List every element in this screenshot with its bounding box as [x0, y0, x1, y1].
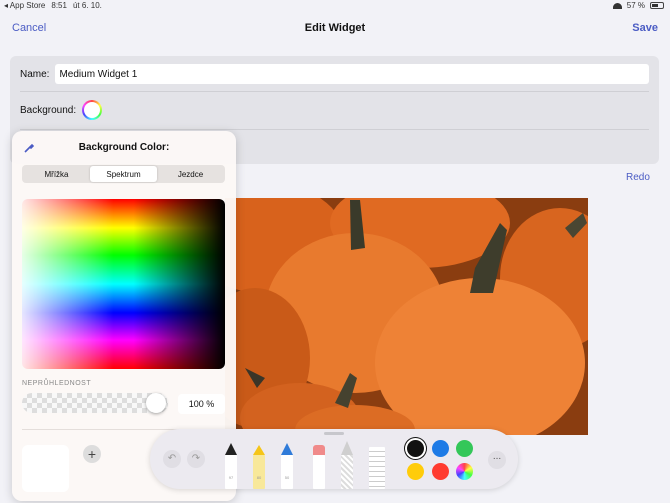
pencil-tool-label: 50: [281, 455, 293, 489]
more-options-button[interactable]: ...: [488, 451, 506, 469]
color-green[interactable]: [456, 440, 473, 457]
opacity-value[interactable]: 100 %: [178, 394, 225, 414]
divider: [20, 91, 649, 92]
markup-toolbar: ↶ ↷ 97 80 50 ...: [150, 429, 518, 489]
color-yellow[interactable]: [407, 463, 424, 480]
redo-tool-button[interactable]: ↷: [187, 450, 205, 468]
eraser-tool[interactable]: [313, 445, 325, 489]
add-color-button[interactable]: +: [83, 445, 101, 463]
pen-tool[interactable]: 97: [225, 443, 237, 489]
save-button[interactable]: Save: [632, 22, 658, 34]
opacity-slider-knob[interactable]: [146, 393, 166, 413]
page-title: Edit Widget: [304, 22, 366, 34]
redo-button[interactable]: Redo: [626, 172, 650, 183]
name-label: Name:: [20, 68, 50, 80]
background-color-button[interactable]: [82, 100, 103, 120]
toolbar-handle[interactable]: [324, 432, 344, 435]
back-to-app-store[interactable]: ◂ App Store: [4, 1, 45, 10]
color-red[interactable]: [432, 463, 449, 480]
nav-bar: Cancel Edit Widget Save: [0, 12, 670, 44]
status-bar: ◂ App Store 8:51 út 6. 10. 57 %: [0, 0, 670, 12]
color-spectrum[interactable]: [22, 199, 225, 369]
highlighter-tool[interactable]: 80: [253, 445, 265, 489]
lasso-tool[interactable]: [341, 441, 353, 489]
status-date: út 6. 10.: [72, 1, 102, 10]
color-black[interactable]: [407, 440, 424, 457]
name-field[interactable]: [55, 64, 649, 84]
undo-button[interactable]: ↶: [163, 450, 181, 468]
battery-icon: [650, 2, 664, 9]
pencil-tool[interactable]: 50: [281, 443, 293, 489]
highlighter-tool-label: 80: [253, 455, 265, 489]
picker-mode-tabs: Mřížka Spektrum Jezdce: [22, 165, 225, 183]
background-label: Background:: [20, 104, 77, 116]
color-blue[interactable]: [432, 440, 449, 457]
battery-percent: 57 %: [626, 1, 645, 10]
status-time: 8:51: [51, 1, 67, 10]
opacity-label: NEPRŮHLEDNOST: [22, 380, 92, 387]
pen-tool-label: 97: [225, 455, 237, 489]
wifi-icon: [612, 2, 622, 9]
current-color-swatch[interactable]: [22, 445, 69, 492]
background-row: Background:: [20, 100, 103, 120]
ruler-tool[interactable]: [369, 447, 385, 489]
color-wheel-button[interactable]: [456, 463, 473, 480]
tab-spectrum[interactable]: Spektrum: [90, 166, 157, 182]
divider: [20, 129, 649, 130]
name-row: Name:: [20, 64, 649, 84]
pumpkins-photo: [225, 198, 588, 435]
tab-sliders[interactable]: Jezdce: [157, 166, 224, 182]
tab-grid[interactable]: Mřížka: [23, 166, 90, 182]
picker-title: Background Color:: [78, 142, 170, 153]
